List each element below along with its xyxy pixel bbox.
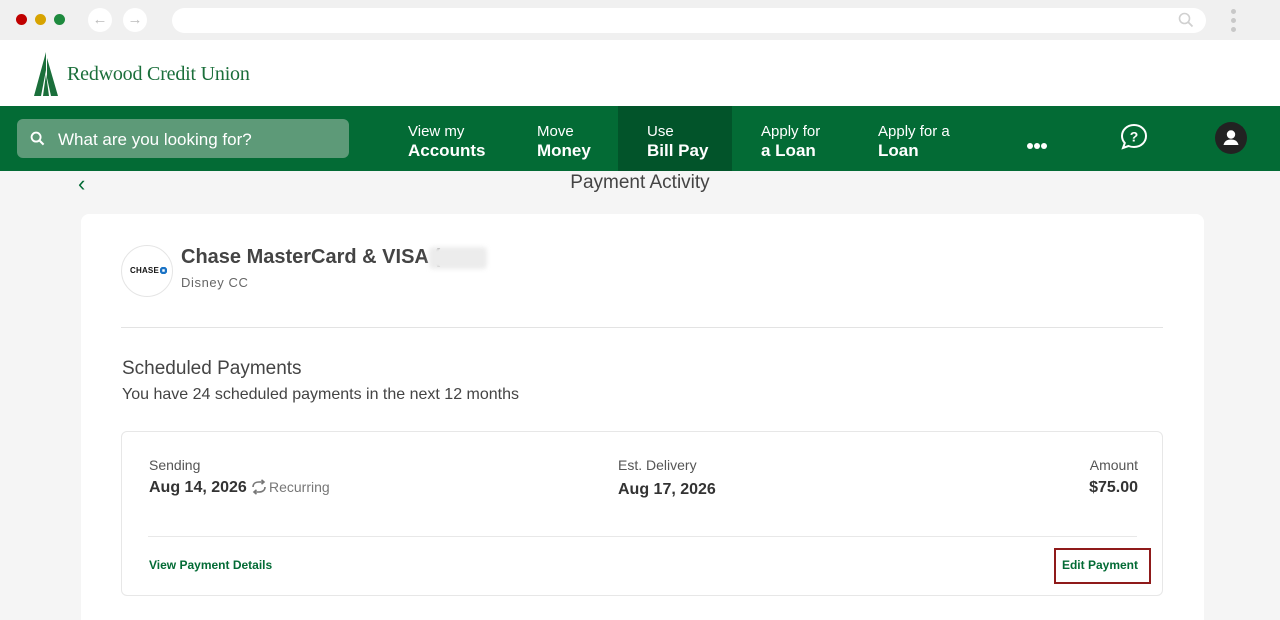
recurring-icon <box>252 479 266 495</box>
payment-item-divider <box>148 536 1137 537</box>
main-nav: What are you looking for? View my Accoun… <box>0 106 1280 171</box>
chase-octagon-icon <box>160 267 167 274</box>
search-placeholder: What are you looking for? <box>58 130 252 149</box>
help-chat-icon[interactable]: ? <box>1119 122 1149 152</box>
section-divider <box>121 327 1163 328</box>
scheduled-payment-item: Sending Aug 14, 2026 Recurring Est. Deli… <box>121 431 1163 596</box>
nav-item-line2: Accounts <box>408 141 486 160</box>
svg-text:?: ? <box>1130 129 1139 145</box>
masked-account-number <box>429 247 487 269</box>
amount-label: Amount <box>1089 457 1138 473</box>
payment-activity-card: CHASE Chase MasterCard & VISA (•• Disney… <box>81 214 1204 620</box>
nav-view-accounts[interactable]: View my Accounts <box>398 106 512 171</box>
person-icon <box>1223 130 1239 145</box>
scheduled-payments-summary: You have 24 scheduled payments in the ne… <box>122 386 520 403</box>
chase-logo-text: CHASE <box>130 266 160 275</box>
browser-menu-icon[interactable] <box>1231 9 1237 36</box>
nav-item-line2: a Loan <box>761 141 816 160</box>
search-icon <box>30 131 45 146</box>
delivery-label: Est. Delivery <box>618 457 697 473</box>
recurring-indicator: Recurring <box>250 479 330 495</box>
nav-item-line1: View my <box>408 123 465 140</box>
maximize-window-dot[interactable] <box>54 14 65 25</box>
site-header: Redwood Credit Union <box>0 40 1280 106</box>
redwood-tree-logo-icon[interactable] <box>34 52 62 96</box>
payee-name: Chase MasterCard & VISA (•• <box>181 246 455 268</box>
nav-item-line1: Move <box>537 123 574 140</box>
nav-apply-for-a-loan[interactable]: Apply for a Loan <box>868 106 988 171</box>
nav-item-line2: Loan <box>878 141 919 160</box>
brand-name[interactable]: Redwood Credit Union <box>67 63 250 86</box>
nav-item-line2: Money <box>537 141 591 160</box>
forward-arrow-icon[interactable]: → <box>123 8 147 32</box>
nav-move-money[interactable]: Move Money <box>527 106 617 171</box>
payment-amount: $75.00 <box>1089 479 1138 496</box>
payee-logo: CHASE <box>121 245 173 297</box>
nav-item-line1: Apply for <box>761 123 821 140</box>
nav-item-line2: Bill Pay <box>647 141 709 160</box>
view-payment-details-link[interactable]: View Payment Details <box>149 558 272 572</box>
nav-apply-loan[interactable]: Apply for a Loan <box>750 106 860 171</box>
sending-date: Aug 14, 2026 <box>149 479 247 496</box>
page-title: Payment Activity <box>570 172 710 193</box>
more-horizontal-icon[interactable] <box>1027 136 1051 149</box>
nav-bill-pay[interactable]: Use Bill Pay <box>618 106 732 171</box>
search-icon <box>1178 12 1194 28</box>
edit-payment-link[interactable]: Edit Payment <box>1062 558 1138 572</box>
close-window-dot[interactable] <box>16 14 27 25</box>
back-arrow-icon[interactable]: ← <box>88 8 112 32</box>
payee-nickname: Disney CC <box>181 275 249 290</box>
sending-label: Sending <box>149 457 201 473</box>
delivery-date: Aug 17, 2026 <box>618 481 716 498</box>
site-search-input[interactable]: What are you looking for? <box>17 119 349 158</box>
user-avatar-icon[interactable] <box>1215 122 1247 154</box>
browser-chrome: ← → <box>0 0 1280 40</box>
recurring-label: Recurring <box>269 479 330 495</box>
scheduled-payments-heading: Scheduled Payments <box>122 358 302 379</box>
nav-item-line1: Use <box>647 123 674 140</box>
address-bar[interactable] <box>172 8 1206 33</box>
minimize-window-dot[interactable] <box>35 14 46 25</box>
nav-item-line1: Apply for a <box>878 123 950 140</box>
